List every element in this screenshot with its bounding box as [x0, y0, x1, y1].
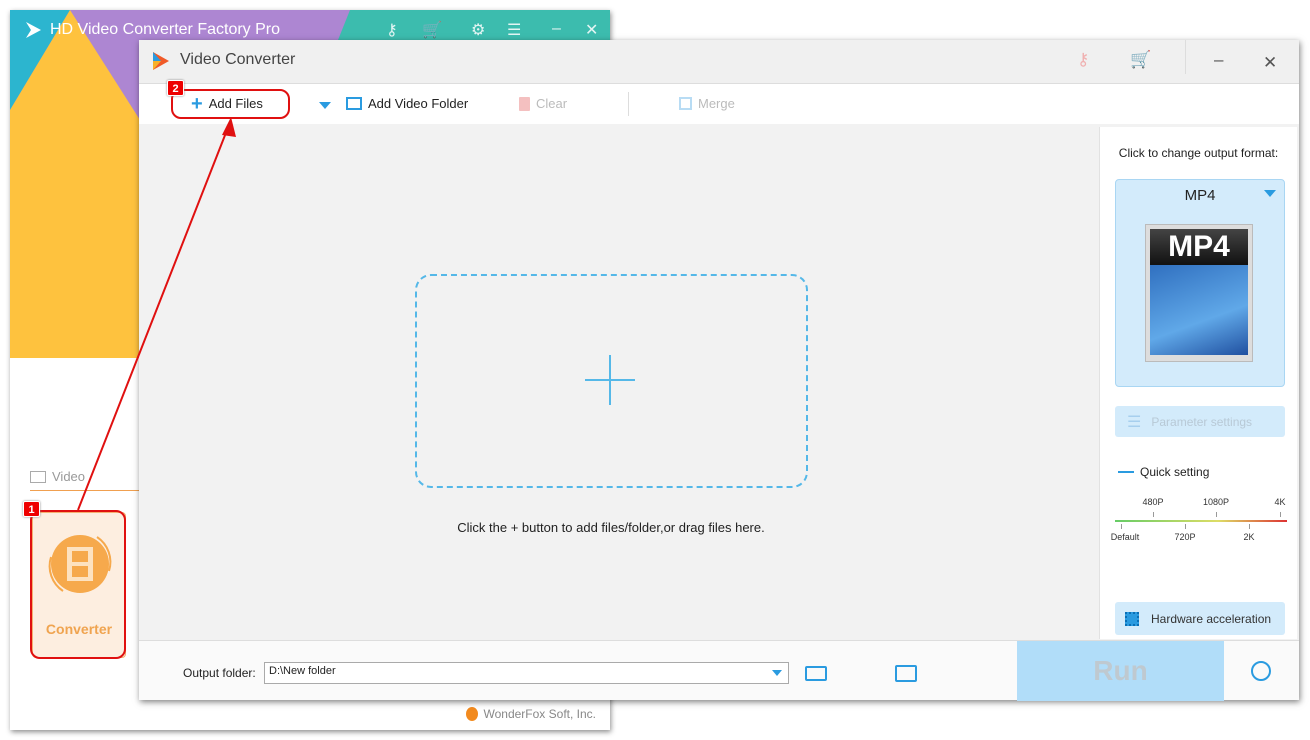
annotation-arrow [77, 117, 236, 511]
